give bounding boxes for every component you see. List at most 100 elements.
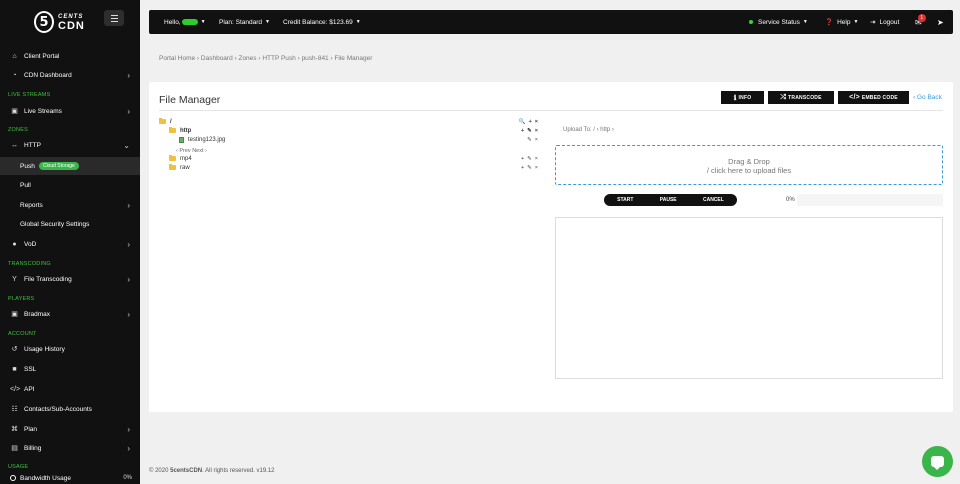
tree-folder-label: http: [180, 127, 192, 134]
chevron-right-icon: ›: [127, 424, 130, 434]
chevron-right-icon: ›: [127, 443, 130, 453]
tree-folder-label: mp4: [180, 155, 192, 162]
sidebar-item-label: Contacts/Sub-Accounts: [24, 405, 92, 413]
breadcrumb[interactable]: Portal Home › Dashboard › Zones › HTTP P…: [159, 55, 372, 62]
transcode-button[interactable]: ⤮ TRANSCODE: [768, 91, 834, 104]
home-icon: ⌂: [12, 52, 17, 60]
sidebar-item-label: CDN Dashboard: [24, 71, 72, 79]
section-label-zones: ZONES: [8, 127, 28, 133]
tree-file-label: testing123.jpg: [188, 136, 226, 143]
sidebar-item-cdn-dashboard[interactable]: ◔ CDN Dashboard ›: [0, 66, 140, 84]
tree-folder-actions[interactable]: +✎×: [521, 128, 541, 134]
chevron-right-icon: ›: [127, 309, 130, 319]
sidebar-item-push[interactable]: Push Cloud Storage: [0, 157, 140, 175]
sidebar-item-usage-history[interactable]: ↺ Usage History: [0, 340, 140, 358]
sidebar-item-label: VoD: [24, 240, 37, 248]
chevron-right-icon: ›: [127, 274, 130, 284]
transcode-icon: Y: [12, 275, 17, 283]
users-icon: ☷: [11, 406, 18, 413]
tree-root[interactable]: / 🔍+×: [159, 117, 541, 126]
tree-folder-raw[interactable]: raw +✎×: [169, 163, 541, 172]
credit-menu[interactable]: Credit Balance: $123.69 ▼: [283, 10, 361, 34]
send-icon[interactable]: ➤: [937, 10, 944, 34]
player-icon: ▣: [11, 311, 18, 318]
sidebar-item-reports[interactable]: Reports ›: [0, 196, 140, 214]
sidebar-item-contacts[interactable]: ☷ Contacts/Sub-Accounts: [0, 400, 140, 418]
sidebar-item-api[interactable]: </> API: [0, 380, 140, 398]
tree-file-actions[interactable]: ✎×: [527, 137, 541, 143]
sidebar-item-label: Reports: [20, 201, 43, 209]
start-button[interactable]: START: [617, 197, 633, 203]
dropzone-title: Drag & Drop: [728, 157, 770, 166]
sidebar-item-label: Usage History: [24, 345, 65, 353]
sidebar-item-client-portal[interactable]: ⌂ Client Portal: [0, 47, 140, 65]
user-menu[interactable]: Hello, ▼: [164, 10, 206, 34]
tree-root-actions[interactable]: 🔍+×: [519, 119, 541, 125]
play-icon: ●: [12, 240, 17, 248]
info-button[interactable]: ℹ INFO: [721, 91, 764, 104]
dashboard-icon: ◔: [12, 71, 17, 79]
divider: [159, 110, 943, 111]
sidebar: 5 CENTS CDN ⌂ Client Portal ◔ CDN Dashbo…: [0, 0, 140, 484]
mail-button[interactable]: ✉ 1: [915, 10, 926, 34]
sidebar-item-label: Plan: [24, 425, 38, 433]
help-menu[interactable]: ❓ Help ▼: [825, 10, 858, 34]
sidebar-item-label: Bandwidth Usage: [20, 474, 71, 482]
file-manager-panel: File Manager ℹ INFO ⤮ TRANSCODE </> EMBE…: [149, 82, 953, 412]
tree-root-label: /: [170, 118, 172, 125]
tree-folder-actions[interactable]: +✎×: [521, 156, 541, 162]
footer-prefix: © 2020: [149, 468, 171, 474]
embed-code-button[interactable]: </> EMBED CODE: [838, 91, 909, 104]
sidebar-item-http[interactable]: ↔ HTTP ⌄: [0, 136, 140, 154]
code-icon: </>: [849, 94, 860, 101]
logout-button[interactable]: ⇥ Logout: [870, 10, 899, 34]
caret-down-icon: ▼: [355, 19, 361, 25]
tree-folder-label: raw: [180, 164, 190, 171]
sidebar-item-plan[interactable]: ⌘ Plan ›: [0, 420, 140, 438]
chevron-right-icon: ›: [127, 106, 130, 116]
mail-icon: ✉ 1: [915, 13, 926, 27]
sidebar-item-label: Pull: [20, 181, 31, 189]
sidebar-item-live-streams[interactable]: ▣ Live Streams ›: [0, 102, 140, 120]
caret-down-icon: ▼: [265, 19, 270, 25]
upload-dropzone[interactable]: Drag & Drop / click here to upload files: [555, 145, 943, 185]
sidebar-item-file-transcoding[interactable]: Y File Transcoding ›: [0, 270, 140, 288]
sidebar-item-billing[interactable]: ▤ Billing ›: [0, 439, 140, 457]
plan-icon: ⌘: [11, 426, 18, 433]
folder-icon: [169, 155, 176, 161]
footer-brand[interactable]: 5centsCDN: [170, 468, 202, 474]
tree-folder-mp4[interactable]: mp4 +✎×: [169, 154, 541, 163]
cancel-button[interactable]: CANCEL: [703, 197, 724, 203]
section-label-players: PLAYERS: [8, 296, 35, 302]
image-file-icon: [179, 136, 184, 143]
tree-file-testing123[interactable]: testing123.jpg ✎×: [179, 135, 541, 144]
folder-icon: [169, 164, 176, 170]
service-status-menu[interactable]: Service Status ▼: [749, 10, 808, 34]
folder-icon: [169, 127, 176, 133]
logo[interactable]: 5 CENTS CDN: [34, 10, 90, 34]
credit-label: Credit Balance: $123.69: [283, 18, 353, 26]
sidebar-item-global-security[interactable]: Global Security Settings: [0, 215, 140, 233]
sidebar-item-vod[interactable]: ● VoD ›: [0, 235, 140, 253]
sidebar-item-bradmax[interactable]: ▣ Bradmax ›: [0, 305, 140, 323]
tree-folder-http[interactable]: http +✎×: [169, 126, 541, 135]
pause-button[interactable]: PAUSE: [660, 197, 677, 203]
chevron-down-icon: ⌄: [123, 140, 130, 150]
tree-folder-actions[interactable]: +✎×: [521, 165, 541, 171]
upload-to-path: Upload To: / › http ›: [563, 127, 614, 133]
plan-menu[interactable]: Plan: Standard ▼: [219, 10, 270, 34]
sidebar-item-bandwidth-usage[interactable]: Bandwidth Usage 0%: [0, 472, 140, 484]
code-icon: </>: [10, 385, 21, 393]
sidebar-item-pull[interactable]: Pull: [0, 176, 140, 194]
info-button-label: INFO: [738, 94, 752, 101]
menu-toggle-button[interactable]: [104, 10, 124, 26]
upload-list: [555, 217, 943, 379]
progress-bar: [797, 194, 943, 206]
document-icon: ▤: [11, 445, 18, 452]
chat-button[interactable]: [922, 446, 953, 477]
sidebar-item-label: Bradmax: [24, 310, 51, 318]
sidebar-item-label: API: [24, 385, 35, 393]
history-icon: ↺: [11, 346, 18, 353]
sidebar-item-ssl[interactable]: ■ SSL: [0, 360, 140, 378]
go-back-link[interactable]: ‹ Go Back: [913, 94, 942, 101]
